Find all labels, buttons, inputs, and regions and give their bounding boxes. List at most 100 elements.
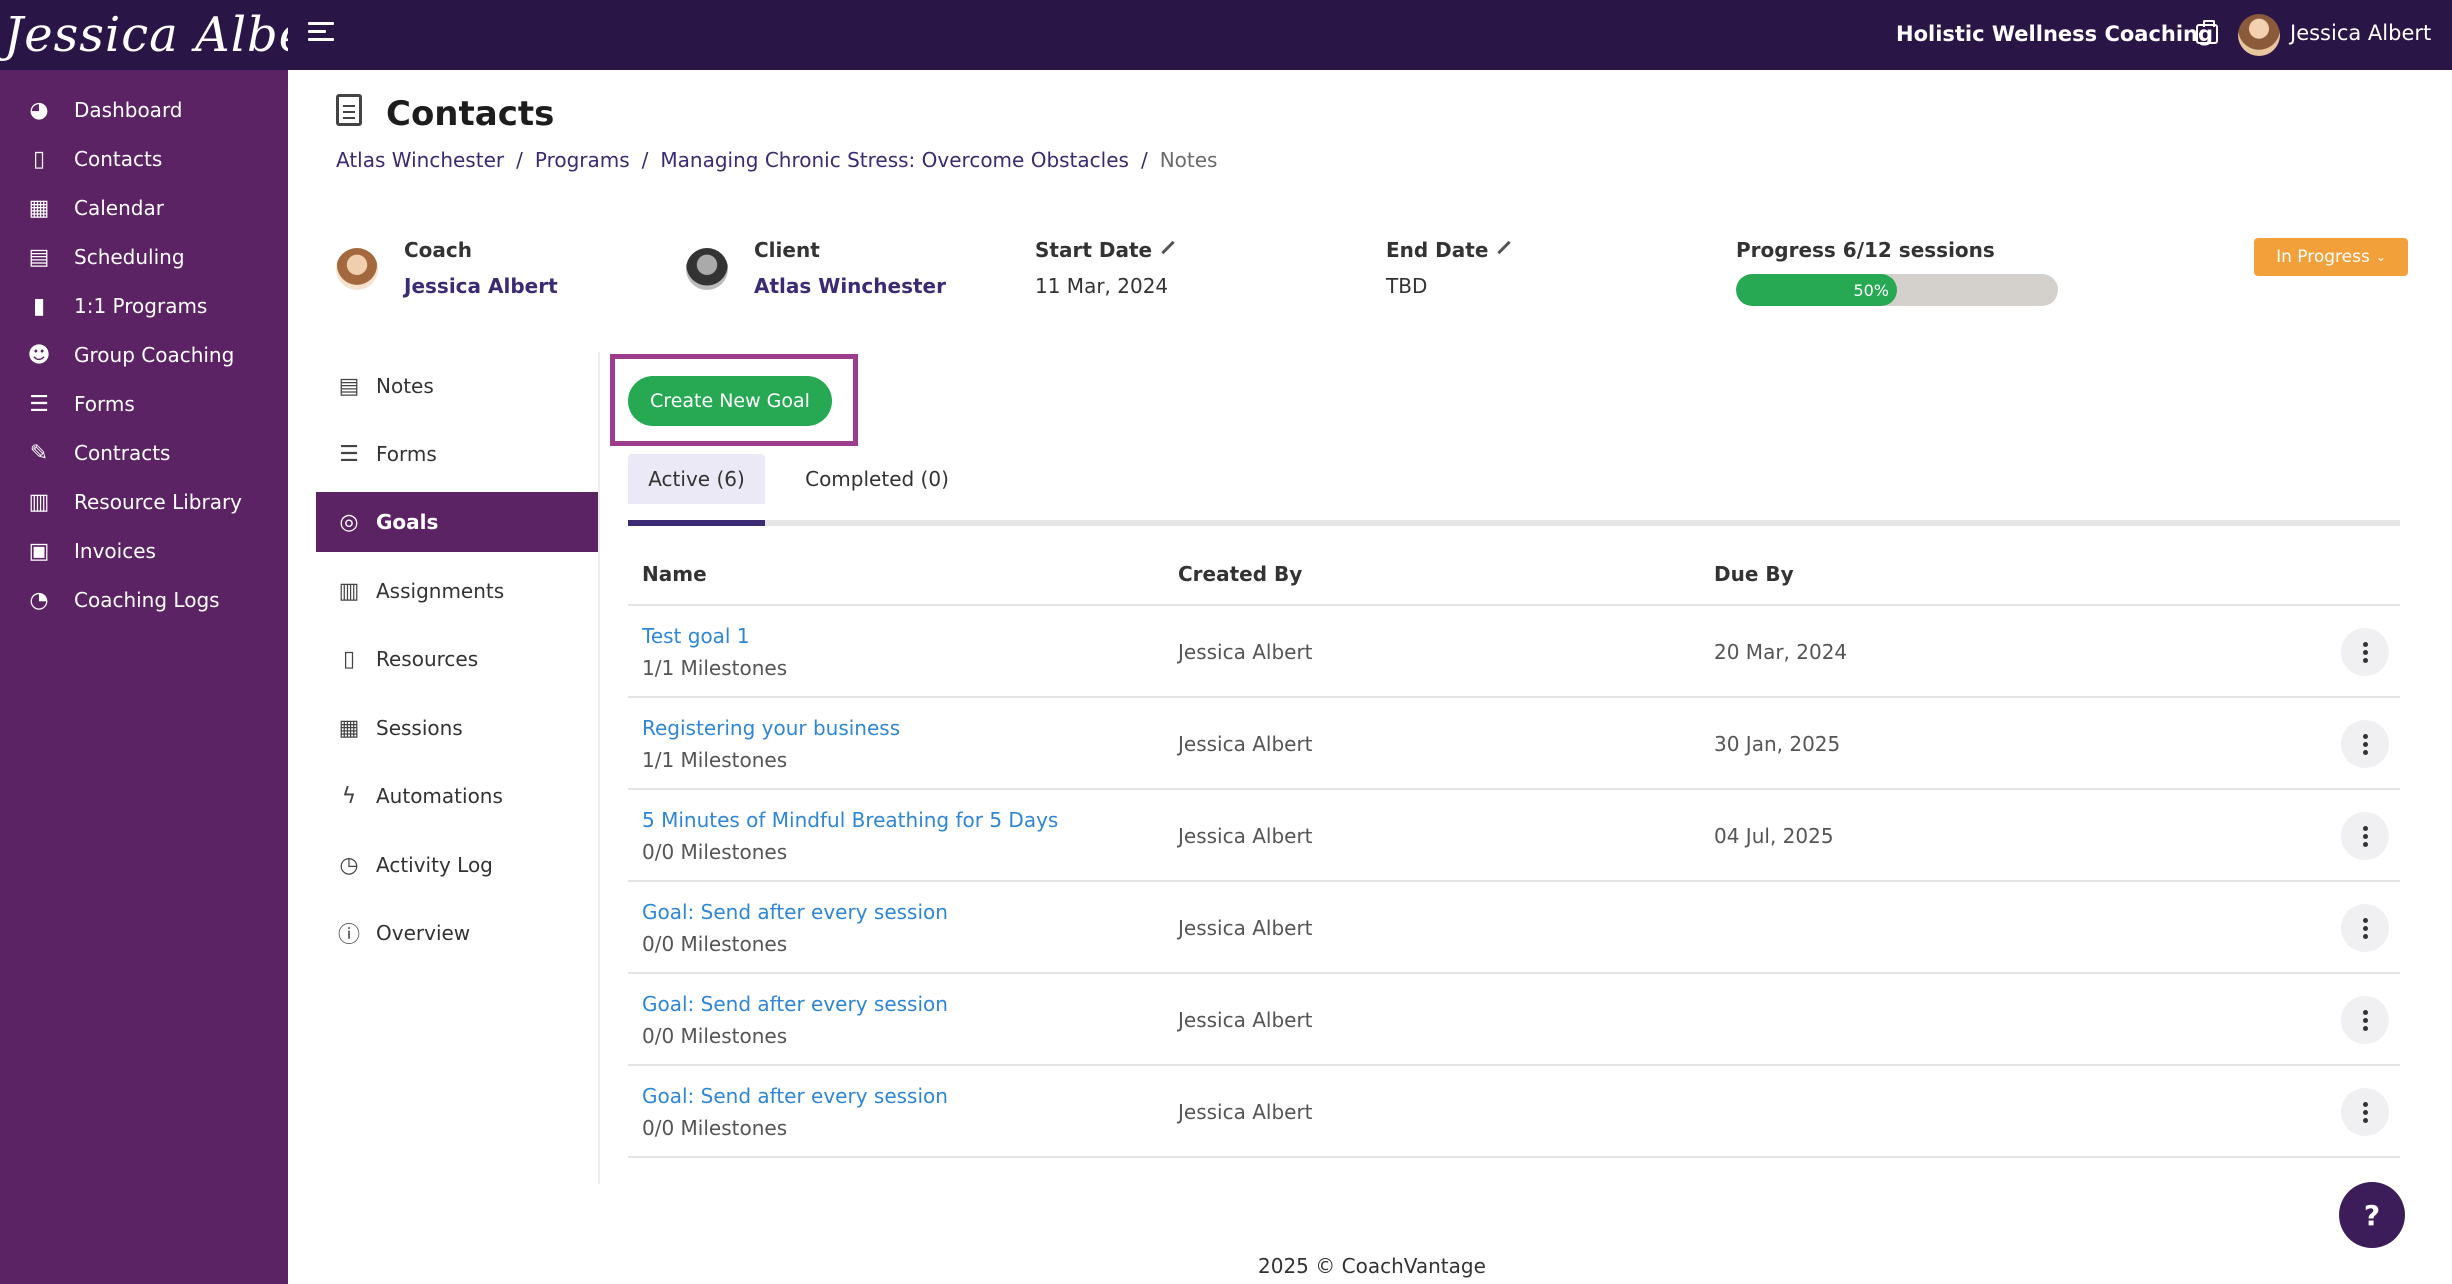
tab-active[interactable]: Active (6) bbox=[628, 454, 765, 504]
tab-completed[interactable]: Completed (0) bbox=[788, 454, 966, 504]
start-date-label: Start Date bbox=[1035, 238, 1176, 262]
column-header-name[interactable]: Name bbox=[642, 562, 707, 586]
table-row: Goal: Send after every session 0/0 Miles… bbox=[628, 972, 2400, 1064]
active-arrow bbox=[566, 492, 598, 552]
subnav-assignments[interactable]: ▥ Assignments bbox=[316, 561, 598, 621]
subnav-label: Notes bbox=[376, 374, 434, 398]
subnav-activity-log[interactable]: ◷ Activity Log bbox=[316, 835, 598, 895]
goal-created-by: Jessica Albert bbox=[1178, 916, 1313, 940]
sidebar-item-label: Contacts bbox=[74, 147, 163, 171]
progress-label: Progress 6/12 sessions bbox=[1736, 238, 1995, 262]
sidebar-item-label: Invoices bbox=[74, 539, 156, 563]
more-options-icon[interactable] bbox=[2341, 628, 2389, 676]
sidebar-item-label: Forms bbox=[74, 392, 135, 416]
client-label: Client bbox=[754, 238, 820, 262]
clock-icon: ◔ bbox=[29, 587, 49, 613]
footer-copyright: 2025 © CoachVantage bbox=[1258, 1254, 1486, 1278]
breadcrumb-program[interactable]: Managing Chronic Stress: Overcome Obstac… bbox=[660, 148, 1129, 172]
start-date-label-text: Start Date bbox=[1035, 238, 1153, 262]
briefcase-icon[interactable] bbox=[2196, 20, 2218, 44]
goal-milestones: 0/0 Milestones bbox=[642, 1024, 788, 1048]
sidebar-item-coaching-logs[interactable]: ◔ Coaching Logs bbox=[0, 570, 288, 630]
more-options-icon[interactable] bbox=[2341, 1088, 2389, 1136]
scheduling-icon: ▤ bbox=[28, 244, 50, 270]
notes-icon: ▤ bbox=[338, 373, 360, 399]
menu-toggle-icon[interactable] bbox=[308, 22, 334, 48]
sidebar-item-label: Dashboard bbox=[74, 98, 183, 122]
more-options-icon[interactable] bbox=[2341, 720, 2389, 768]
goal-due-by: 04 Jul, 2025 bbox=[1714, 824, 1834, 848]
coach-label: Coach bbox=[404, 238, 473, 262]
end-date-label: End Date bbox=[1386, 238, 1512, 262]
create-new-goal-button[interactable]: Create New Goal bbox=[628, 376, 832, 426]
document-icon bbox=[336, 94, 362, 126]
coach-name-link[interactable]: Jessica Albert bbox=[404, 274, 558, 298]
coach-avatar bbox=[336, 248, 378, 290]
subnav-forms[interactable]: ☰ Forms bbox=[316, 424, 598, 484]
subnav-label: Assignments bbox=[376, 579, 505, 603]
subnav-label: Overview bbox=[376, 921, 471, 945]
more-options-icon[interactable] bbox=[2341, 996, 2389, 1044]
subnav-resources[interactable]: ▯ Resources bbox=[316, 629, 598, 689]
client-name-link[interactable]: Atlas Winchester bbox=[754, 274, 946, 298]
goal-milestones: 1/1 Milestones bbox=[642, 656, 788, 680]
column-header-due-by[interactable]: Due By bbox=[1714, 562, 1794, 586]
help-button[interactable]: ? bbox=[2339, 1182, 2405, 1248]
goal-name-link[interactable]: Goal: Send after every session bbox=[642, 992, 948, 1016]
forms-icon: ☰ bbox=[29, 391, 49, 417]
client-avatar bbox=[686, 248, 728, 290]
breadcrumb-programs[interactable]: Programs bbox=[535, 148, 630, 172]
subnav-label: Resources bbox=[376, 647, 479, 671]
subnav-overview[interactable]: ⓘ Overview bbox=[316, 903, 598, 963]
status-dropdown[interactable]: In Progress ⌄ bbox=[2254, 238, 2408, 276]
subnav-sessions[interactable]: ▦ Sessions bbox=[316, 698, 598, 758]
column-header-created-by[interactable]: Created By bbox=[1178, 562, 1302, 586]
sidebar-item-label: Group Coaching bbox=[74, 343, 235, 367]
target-icon: ◎ bbox=[339, 509, 359, 535]
user-avatar[interactable] bbox=[2238, 14, 2280, 56]
table-row: Goal: Send after every session 0/0 Miles… bbox=[628, 1064, 2400, 1156]
subnav-label: Forms bbox=[376, 442, 437, 466]
goal-name-link[interactable]: Registering your business bbox=[642, 716, 900, 740]
clipboard-icon: ▥ bbox=[338, 578, 360, 604]
breadcrumb-separator: / bbox=[641, 148, 649, 172]
goal-created-by: Jessica Albert bbox=[1178, 824, 1313, 848]
progress-bar-fill: 50% bbox=[1736, 274, 1897, 306]
forms-checklist-icon: ☰ bbox=[339, 441, 359, 467]
sessions-calendar-icon: ▦ bbox=[338, 715, 360, 741]
goal-name-link[interactable]: Test goal 1 bbox=[642, 624, 750, 648]
edit-end-date-icon[interactable] bbox=[1497, 240, 1512, 255]
contract-icon: ✎ bbox=[29, 440, 49, 466]
table-bottom-border bbox=[628, 1156, 2400, 1158]
edit-start-date-icon[interactable] bbox=[1161, 240, 1175, 255]
info-icon: ⓘ bbox=[337, 923, 360, 948]
goal-name-link[interactable]: Goal: Send after every session bbox=[642, 1084, 948, 1108]
goal-name-link[interactable]: 5 Minutes of Mindful Breathing for 5 Day… bbox=[642, 808, 1058, 832]
subnav-notes[interactable]: ▤ Notes bbox=[316, 356, 598, 416]
end-date-value: TBD bbox=[1386, 274, 1428, 298]
progress-bar: 50% bbox=[1736, 274, 2058, 306]
subnav-automations[interactable]: ϟ Automations bbox=[316, 766, 598, 826]
goal-created-by: Jessica Albert bbox=[1178, 1008, 1313, 1032]
more-options-icon[interactable] bbox=[2341, 812, 2389, 860]
brand-logo[interactable]: Jessica Albert bbox=[0, 0, 288, 70]
activity-icon: ◷ bbox=[339, 852, 359, 878]
start-date-value: 11 Mar, 2024 bbox=[1035, 274, 1169, 298]
vertical-divider bbox=[598, 352, 600, 1184]
status-label: In Progress bbox=[2276, 247, 2370, 267]
more-options-icon[interactable] bbox=[2341, 904, 2389, 952]
sidebar-item-label: Contracts bbox=[74, 441, 171, 465]
library-icon: ▥ bbox=[28, 489, 50, 515]
goal-name-link[interactable]: Goal: Send after every session bbox=[642, 900, 948, 924]
invoice-icon: ▣ bbox=[28, 538, 50, 564]
book-icon: ▮ bbox=[32, 293, 46, 319]
breadcrumb-contact[interactable]: Atlas Winchester bbox=[336, 148, 504, 172]
group-icon: ☻ bbox=[27, 342, 51, 368]
subnav-goals[interactable]: ◎ Goals bbox=[316, 492, 598, 552]
sidebar-item-label: Scheduling bbox=[74, 245, 185, 269]
user-name[interactable]: Jessica Albert bbox=[2290, 21, 2431, 45]
sidebar-item-label: 1:1 Programs bbox=[74, 294, 208, 318]
tab-active-indicator bbox=[628, 520, 765, 526]
dashboard-icon: ◕ bbox=[29, 97, 49, 123]
organization-name[interactable]: Holistic Wellness Coaching bbox=[1896, 22, 2213, 46]
